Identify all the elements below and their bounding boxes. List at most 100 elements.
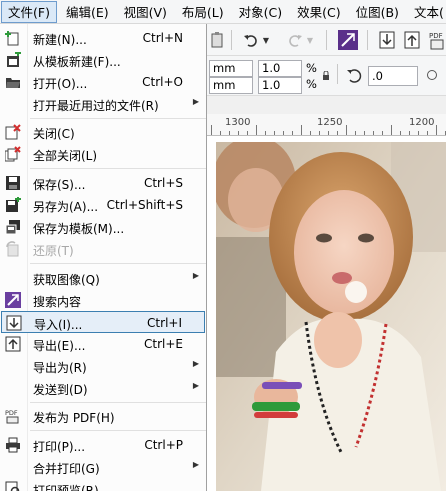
lock-ratio-icon[interactable] bbox=[322, 70, 330, 84]
menu-item-open[interactable]: 打开(O)... Ctrl+O bbox=[1, 71, 205, 93]
menu-layout[interactable]: 布局(L) bbox=[176, 1, 230, 23]
ruler-tick bbox=[292, 131, 293, 135]
submenu-arrow-icon: ▶ bbox=[192, 460, 199, 469]
rotate-icon bbox=[346, 68, 364, 87]
menu-item-acquire-image[interactable]: 获取图像(Q) ▶ bbox=[1, 267, 205, 289]
menu-bar: 文件(F) 编辑(E) 视图(V) 布局(L) 对象(C) 效果(C) 位图(B… bbox=[0, 0, 446, 24]
menu-separator bbox=[30, 263, 206, 264]
menu-item-save-as[interactable]: 另存为(A)... Ctrl+Shift+S bbox=[1, 194, 205, 216]
ruler-label: 1200 bbox=[409, 117, 435, 128]
imported-photo[interactable] bbox=[216, 142, 446, 491]
ruler-tick bbox=[364, 131, 365, 135]
export-icon bbox=[5, 336, 21, 352]
ruler-tick bbox=[400, 131, 401, 135]
save-icon bbox=[5, 175, 21, 191]
export-toolbar-icon[interactable] bbox=[401, 29, 423, 51]
ruler-tick bbox=[283, 131, 284, 135]
menu-text[interactable]: 文本( bbox=[408, 1, 446, 23]
paste-icon[interactable] bbox=[207, 29, 229, 51]
menu-item-new-from-template[interactable]: 从模板新建(F)... bbox=[1, 49, 205, 71]
print-preview-icon bbox=[5, 481, 21, 491]
ruler-label: 1300 bbox=[225, 117, 251, 128]
ruler-tick bbox=[427, 131, 428, 135]
revert-icon bbox=[5, 241, 21, 257]
import-icon bbox=[6, 315, 22, 331]
pdf-icon: PDF bbox=[5, 408, 21, 424]
toolbar-separator bbox=[231, 30, 232, 50]
toolbar-separator bbox=[367, 30, 368, 50]
close-document-icon bbox=[5, 124, 21, 140]
unit-field-1[interactable]: mm bbox=[209, 60, 253, 77]
undo-dropdown-icon[interactable]: ▼ bbox=[260, 29, 272, 51]
menu-view[interactable]: 视图(V) bbox=[118, 1, 173, 23]
redo-icon[interactable] bbox=[284, 29, 306, 51]
menu-item-new[interactable]: 新建(N)... Ctrl+N bbox=[1, 27, 205, 49]
menu-item-save[interactable]: 保存(S)... Ctrl+S bbox=[1, 172, 205, 194]
menu-item-close[interactable]: 关闭(C) bbox=[1, 121, 205, 143]
ruler-tick bbox=[229, 131, 230, 135]
submenu-arrow-icon: ▶ bbox=[192, 381, 199, 390]
ruler-tick bbox=[220, 131, 221, 135]
ruler-tick bbox=[355, 131, 356, 135]
open-folder-icon bbox=[5, 74, 21, 90]
ruler-tick bbox=[238, 131, 239, 135]
ruler-tick bbox=[346, 125, 347, 135]
ruler-tick bbox=[337, 131, 338, 135]
drawing-canvas[interactable] bbox=[207, 136, 446, 491]
menu-separator bbox=[30, 402, 206, 403]
unit-field-2[interactable]: mm bbox=[209, 77, 253, 94]
save-as-icon bbox=[5, 197, 21, 213]
menu-item-send-to[interactable]: 发送到(D) ▶ bbox=[1, 377, 205, 399]
redo-dropdown-icon[interactable]: ▼ bbox=[304, 29, 316, 51]
undo-icon[interactable] bbox=[240, 29, 262, 51]
menu-item-save-as-template[interactable]: 保存为模板(M)... bbox=[1, 216, 205, 238]
menu-item-import[interactable]: 导入(I)... Ctrl+I bbox=[1, 311, 205, 333]
submenu-arrow-icon: ▶ bbox=[192, 359, 199, 368]
pdf-toolbar-icon[interactable]: PDF bbox=[427, 29, 446, 51]
percent-label-1: % bbox=[306, 61, 317, 75]
file-menu-dropdown: 新建(N)... Ctrl+N 从模板新建(F)... 打开(O)... Ctr… bbox=[0, 24, 207, 491]
menu-item-open-recent[interactable]: 打开最近用过的文件(R) ▶ bbox=[1, 93, 205, 115]
menu-item-print-merge[interactable]: 合并打印(G) ▶ bbox=[1, 456, 205, 478]
submenu-arrow-icon: ▶ bbox=[192, 97, 199, 106]
save-template-icon bbox=[5, 219, 21, 235]
menu-bitmap[interactable]: 位图(B) bbox=[350, 1, 405, 23]
menu-object[interactable]: 对象(C) bbox=[233, 1, 288, 23]
ruler-tick bbox=[391, 125, 392, 135]
ruler-tick bbox=[409, 131, 410, 135]
menu-item-revert[interactable]: 还原(T) bbox=[1, 238, 205, 260]
ruler-tick bbox=[310, 131, 311, 135]
menu-edit[interactable]: 编辑(E) bbox=[60, 1, 115, 23]
property-bar: mm mm 1.0 1.0 % % .0 bbox=[207, 56, 446, 96]
ruler-tick bbox=[436, 125, 437, 135]
menu-item-search-content[interactable]: 搜索内容 bbox=[1, 289, 205, 311]
svg-text:PDF: PDF bbox=[429, 32, 443, 40]
menu-item-export[interactable]: 导出(E)... Ctrl+E bbox=[1, 333, 205, 355]
ruler-tick bbox=[301, 125, 302, 135]
rotation-angle-input[interactable]: .0 bbox=[368, 66, 418, 86]
menu-separator bbox=[30, 430, 206, 431]
ruler-tick bbox=[274, 131, 275, 135]
menu-item-close-all[interactable]: 全部关闭(L) bbox=[1, 143, 205, 165]
ruler-tick bbox=[418, 131, 419, 135]
menu-item-publish-pdf[interactable]: PDF 发布为 PDF(H) bbox=[1, 405, 205, 427]
menu-item-print-preview[interactable]: 打印预览(R) bbox=[1, 478, 205, 491]
menu-item-print[interactable]: 打印(P)... Ctrl+P bbox=[1, 434, 205, 456]
search-content-toolbar-icon[interactable] bbox=[337, 29, 359, 51]
menu-item-export-as[interactable]: 导出为(R) ▶ bbox=[1, 355, 205, 377]
scale-y-input[interactable]: 1.0 bbox=[258, 77, 302, 94]
menu-file[interactable]: 文件(F) bbox=[1, 0, 57, 23]
scale-x-input[interactable]: 1.0 bbox=[258, 60, 302, 77]
import-toolbar-icon[interactable] bbox=[376, 29, 398, 51]
ruler-tick bbox=[211, 125, 212, 135]
svg-text:PDF: PDF bbox=[5, 409, 18, 417]
toolbar-separator bbox=[326, 30, 327, 50]
rotation-center-icon[interactable] bbox=[427, 70, 437, 80]
horizontal-ruler[interactable]: 1300 1250 1200 bbox=[207, 114, 446, 136]
submenu-arrow-icon: ▶ bbox=[192, 271, 199, 280]
menu-effects[interactable]: 效果(C) bbox=[291, 1, 346, 23]
new-from-template-icon bbox=[5, 52, 21, 68]
percent-label-2: % bbox=[306, 77, 317, 91]
close-all-icon bbox=[5, 146, 21, 162]
print-icon bbox=[5, 437, 21, 453]
